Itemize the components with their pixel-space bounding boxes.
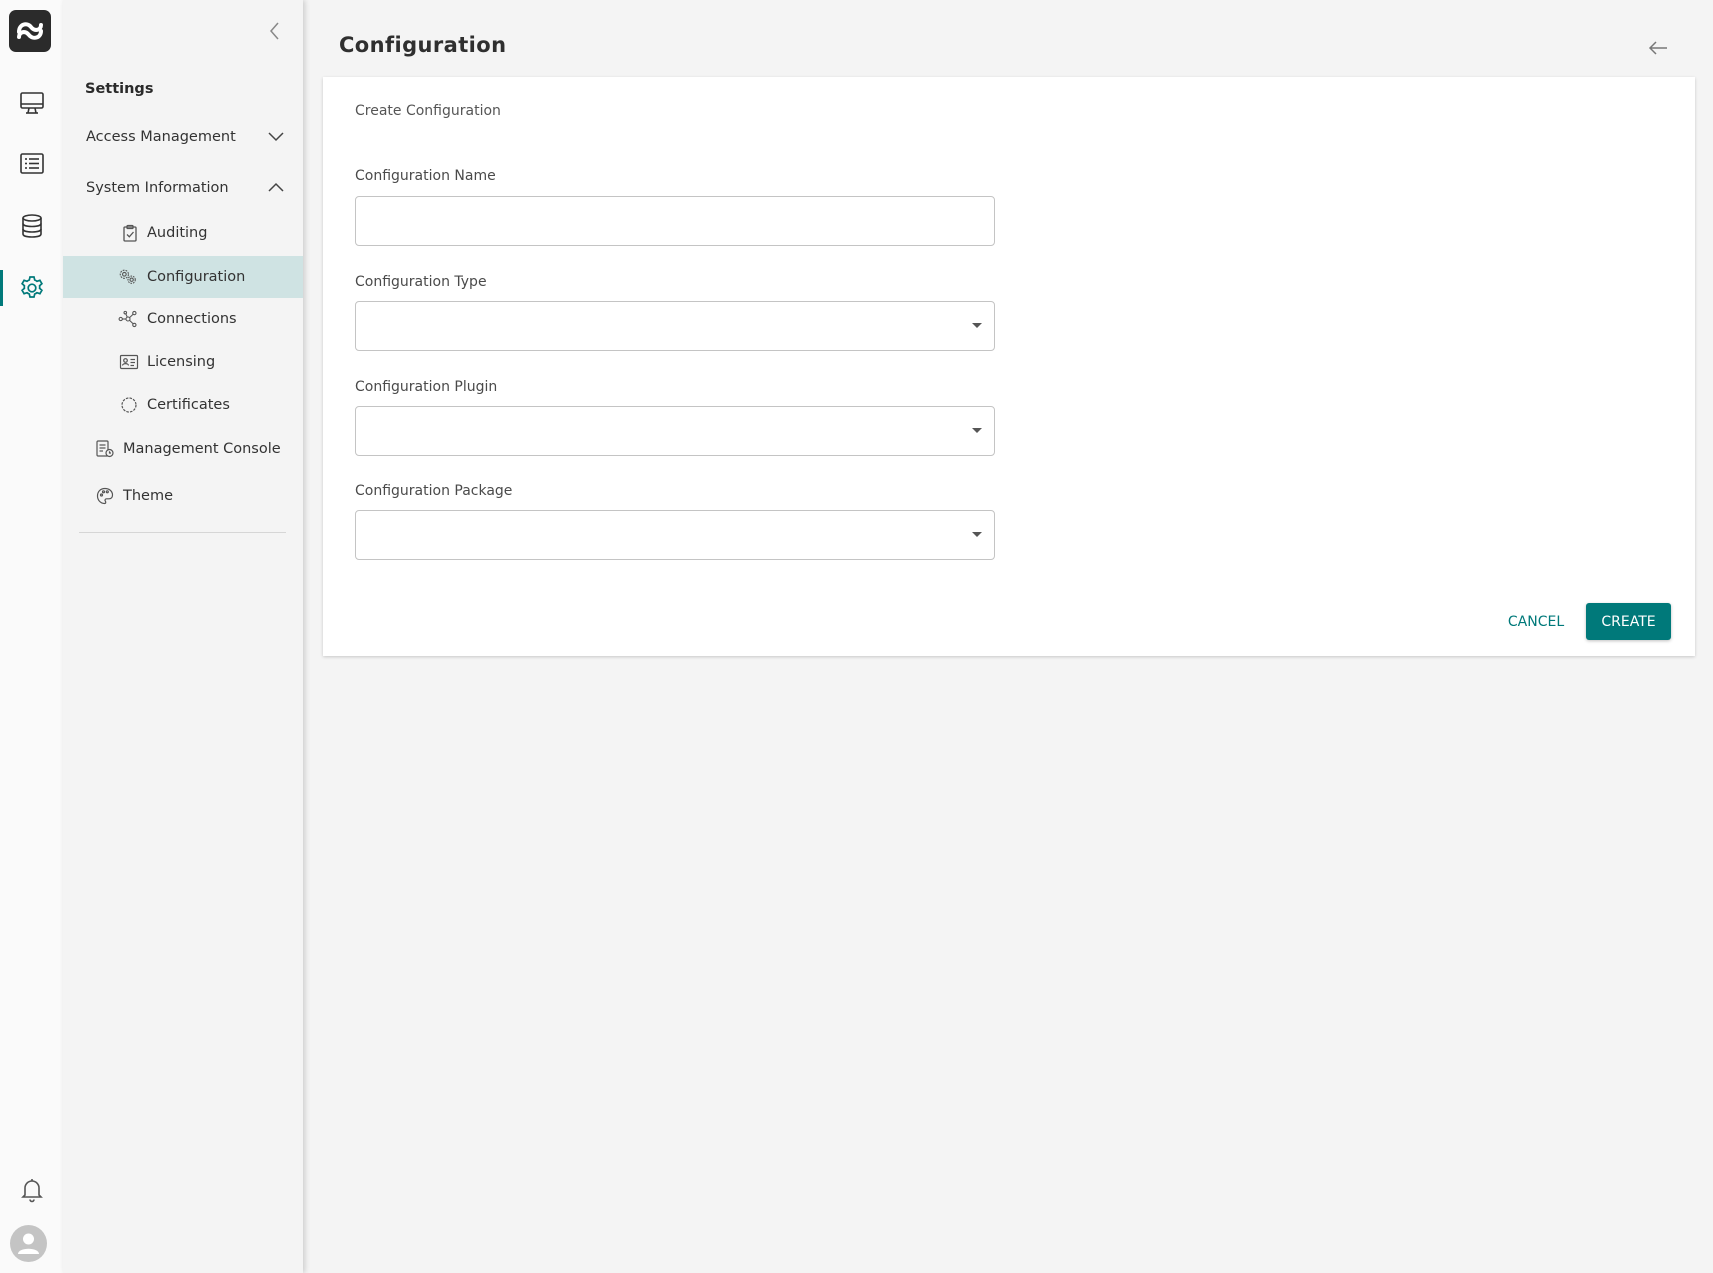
page-title: Configuration: [339, 33, 507, 57]
settings-sidebar: Settings Access Management System Inform…: [63, 0, 303, 1273]
sidebar-section-label: System Information: [86, 180, 229, 196]
dropdown-caret-icon: [972, 428, 982, 433]
dropdown-caret-icon: [972, 323, 982, 328]
configuration-type-label: Configuration Type: [355, 274, 487, 290]
palette-icon: [96, 487, 114, 505]
list-icon[interactable]: [0, 141, 63, 187]
sidebar-item-auditing[interactable]: Auditing: [63, 212, 303, 254]
configuration-name-label: Configuration Name: [355, 168, 496, 184]
sidebar-item-theme[interactable]: Theme: [63, 475, 303, 517]
configuration-plugin-label: Configuration Plugin: [355, 379, 498, 395]
sidebar-section-label: Access Management: [86, 129, 236, 145]
configuration-name-input[interactable]: [356, 197, 994, 245]
sidebar-item-label: Configuration: [147, 269, 246, 285]
sidebar-section-access-management[interactable]: Access Management: [63, 116, 303, 158]
gear-icon[interactable]: [0, 265, 63, 311]
console-doc-icon: [96, 440, 114, 458]
clipboard-check-icon: [123, 224, 137, 242]
database-icon[interactable]: [0, 203, 63, 249]
configuration-type-select[interactable]: [355, 301, 995, 351]
icon-rail: [0, 0, 63, 1273]
chevron-up-icon: [268, 182, 284, 192]
sidebar-divider: [79, 532, 286, 533]
sidebar-item-label: Licensing: [147, 354, 216, 370]
cancel-button[interactable]: CANCEL: [1498, 604, 1574, 640]
certificate-badge-icon: [121, 397, 137, 413]
network-icon: [118, 310, 137, 328]
sidebar-item-label: Certificates: [147, 397, 230, 413]
form-subtitle: Create Configuration: [355, 103, 501, 119]
sidebar-item-configuration[interactable]: Configuration: [63, 256, 303, 298]
monitor-icon[interactable]: [0, 80, 63, 126]
id-card-icon: [119, 354, 139, 370]
sidebar-item-connections[interactable]: Connections: [63, 298, 303, 340]
create-button[interactable]: CREATE: [1586, 603, 1671, 640]
user-avatar-icon[interactable]: [10, 1225, 47, 1262]
collapse-sidebar-chevron-left-icon[interactable]: [263, 18, 287, 44]
back-arrow-icon[interactable]: [1645, 36, 1671, 60]
gears-icon: [119, 269, 136, 284]
sidebar-item-label: Management Console: [123, 441, 281, 457]
app-logo-icon[interactable]: [9, 10, 51, 52]
sidebar-section-system-information[interactable]: System Information: [63, 167, 303, 209]
sidebar-item-licensing[interactable]: Licensing: [63, 341, 303, 383]
sidebar-item-label: Theme: [123, 488, 174, 504]
sidebar-item-management-console[interactable]: Management Console: [63, 428, 303, 470]
configuration-package-select[interactable]: [355, 510, 995, 560]
sidebar-title: Settings: [85, 81, 154, 97]
create-configuration-form: Create Configuration Configuration Name …: [323, 77, 1695, 656]
sidebar-item-label: Connections: [147, 311, 237, 327]
chevron-down-icon: [268, 132, 284, 142]
sidebar-item-certificates[interactable]: Certificates: [63, 384, 303, 426]
configuration-name-field[interactable]: [355, 196, 995, 246]
sidebar-item-label: Auditing: [147, 225, 208, 241]
dropdown-caret-icon: [972, 532, 982, 537]
configuration-package-label: Configuration Package: [355, 483, 513, 499]
bell-icon[interactable]: [0, 1167, 63, 1213]
configuration-plugin-select[interactable]: [355, 406, 995, 456]
